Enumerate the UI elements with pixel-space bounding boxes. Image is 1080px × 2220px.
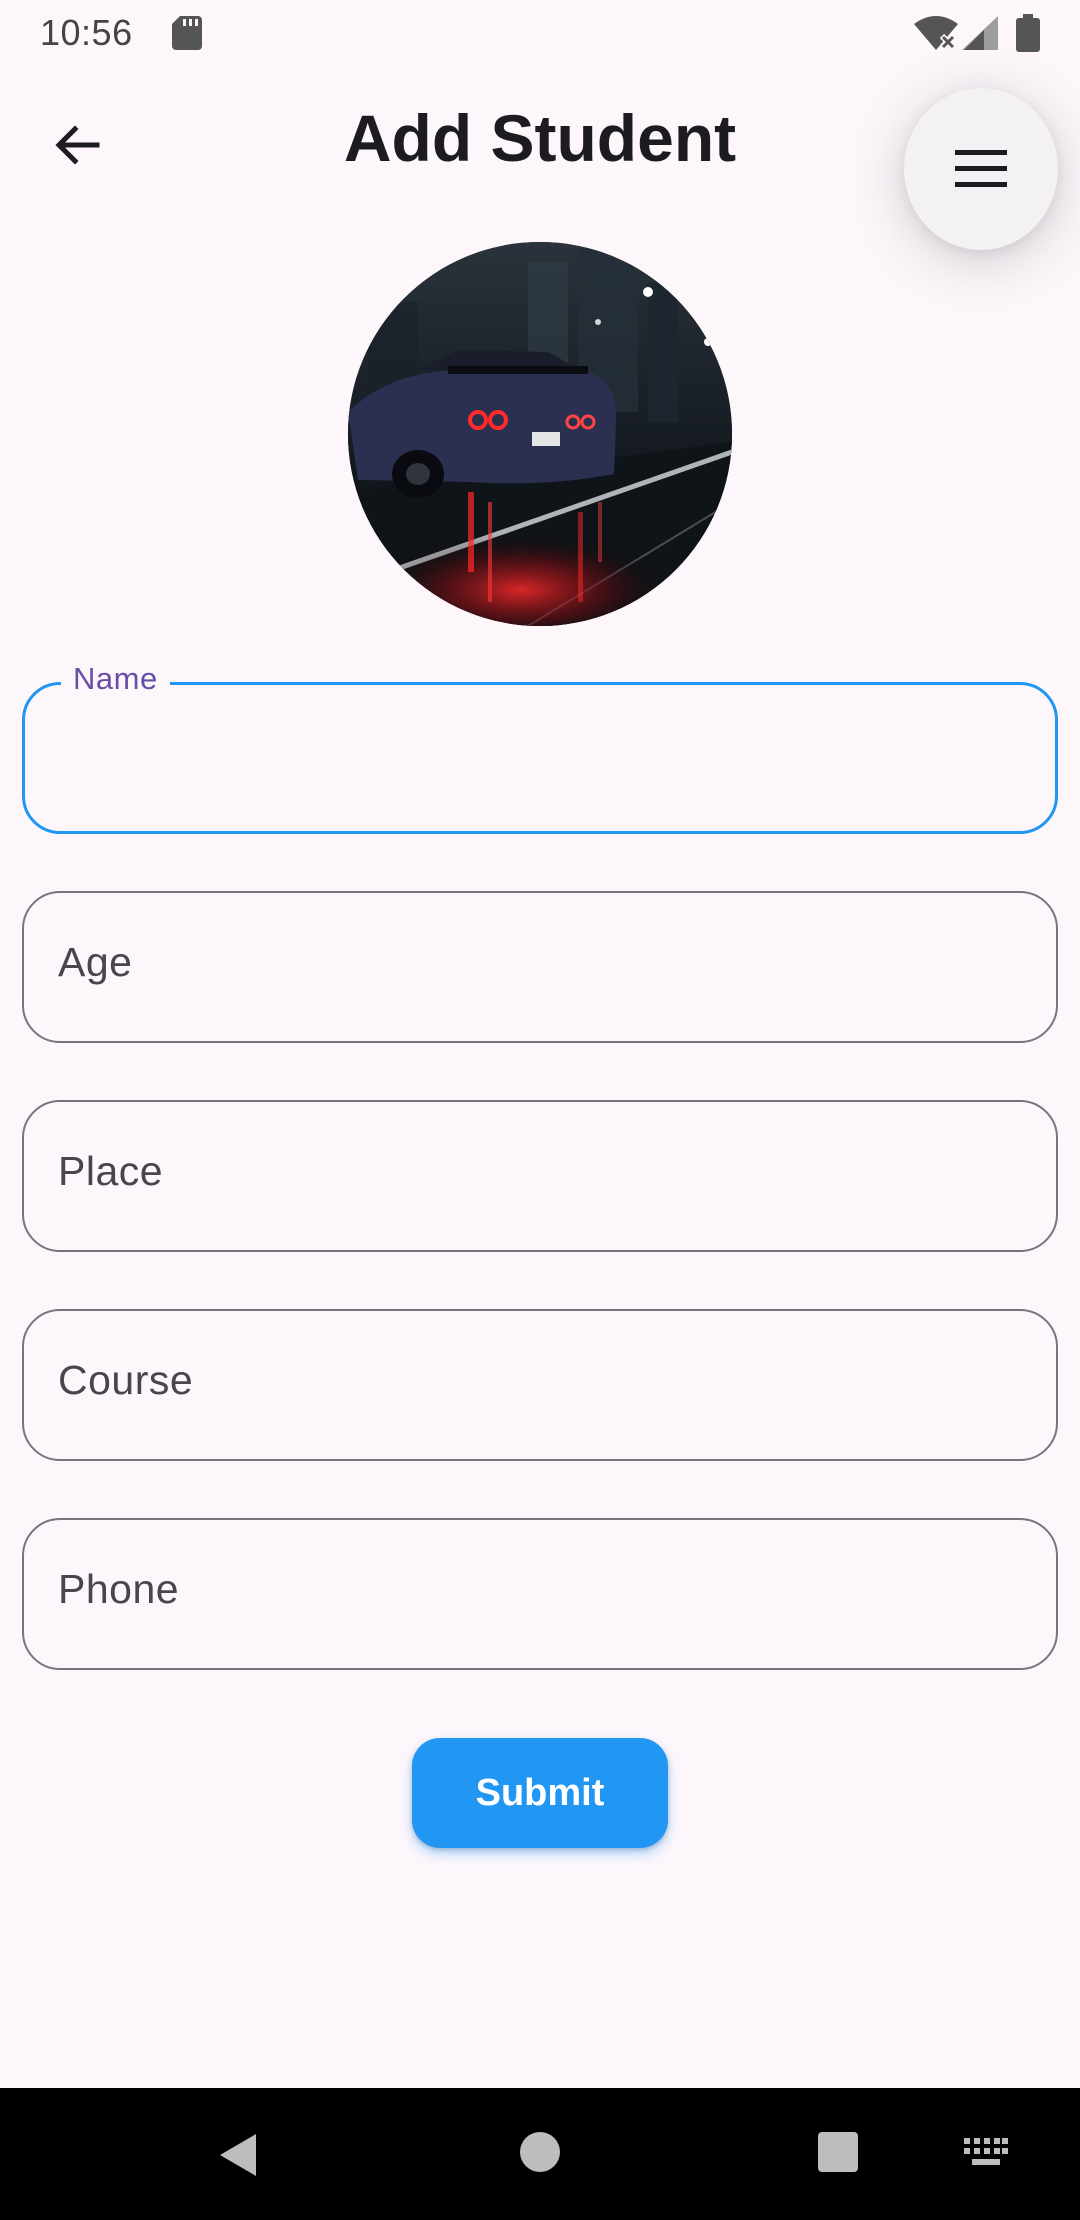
status-time: 10:56 [40, 12, 133, 53]
place-field[interactable]: Place [22, 1100, 1058, 1252]
phone-label: Phone [58, 1566, 180, 1612]
nav-back-icon[interactable] [218, 2132, 258, 2178]
age-field[interactable]: Age [22, 891, 1058, 1043]
wifi-off-icon [914, 16, 958, 50]
menu-button[interactable] [904, 88, 1058, 250]
place-label: Place [58, 1148, 164, 1194]
course-field[interactable]: Course [22, 1309, 1058, 1461]
add-student-screen: 10:56 Add Student Name Age Place Course … [0, 0, 1080, 2220]
name-label: Name [61, 661, 170, 697]
age-label: Age [58, 939, 133, 985]
menu-icon [955, 150, 1007, 187]
nav-home-icon[interactable] [520, 2132, 560, 2172]
sd-card-icon [172, 16, 202, 50]
submit-button[interactable]: Submit [412, 1738, 668, 1848]
battery-icon [1016, 14, 1040, 52]
course-label: Course [58, 1357, 194, 1403]
signal-icon [962, 16, 998, 50]
name-input[interactable] [59, 725, 1019, 795]
navigation-bar [0, 2088, 1080, 2220]
name-field[interactable]: Name [22, 661, 1058, 834]
profile-photo [348, 242, 732, 626]
phone-field[interactable]: Phone [22, 1518, 1058, 1670]
avatar[interactable] [348, 242, 732, 626]
status-bar: 10:56 [0, 0, 1080, 66]
keyboard-icon[interactable] [964, 2138, 1008, 2168]
nav-recents-icon[interactable] [818, 2132, 858, 2172]
